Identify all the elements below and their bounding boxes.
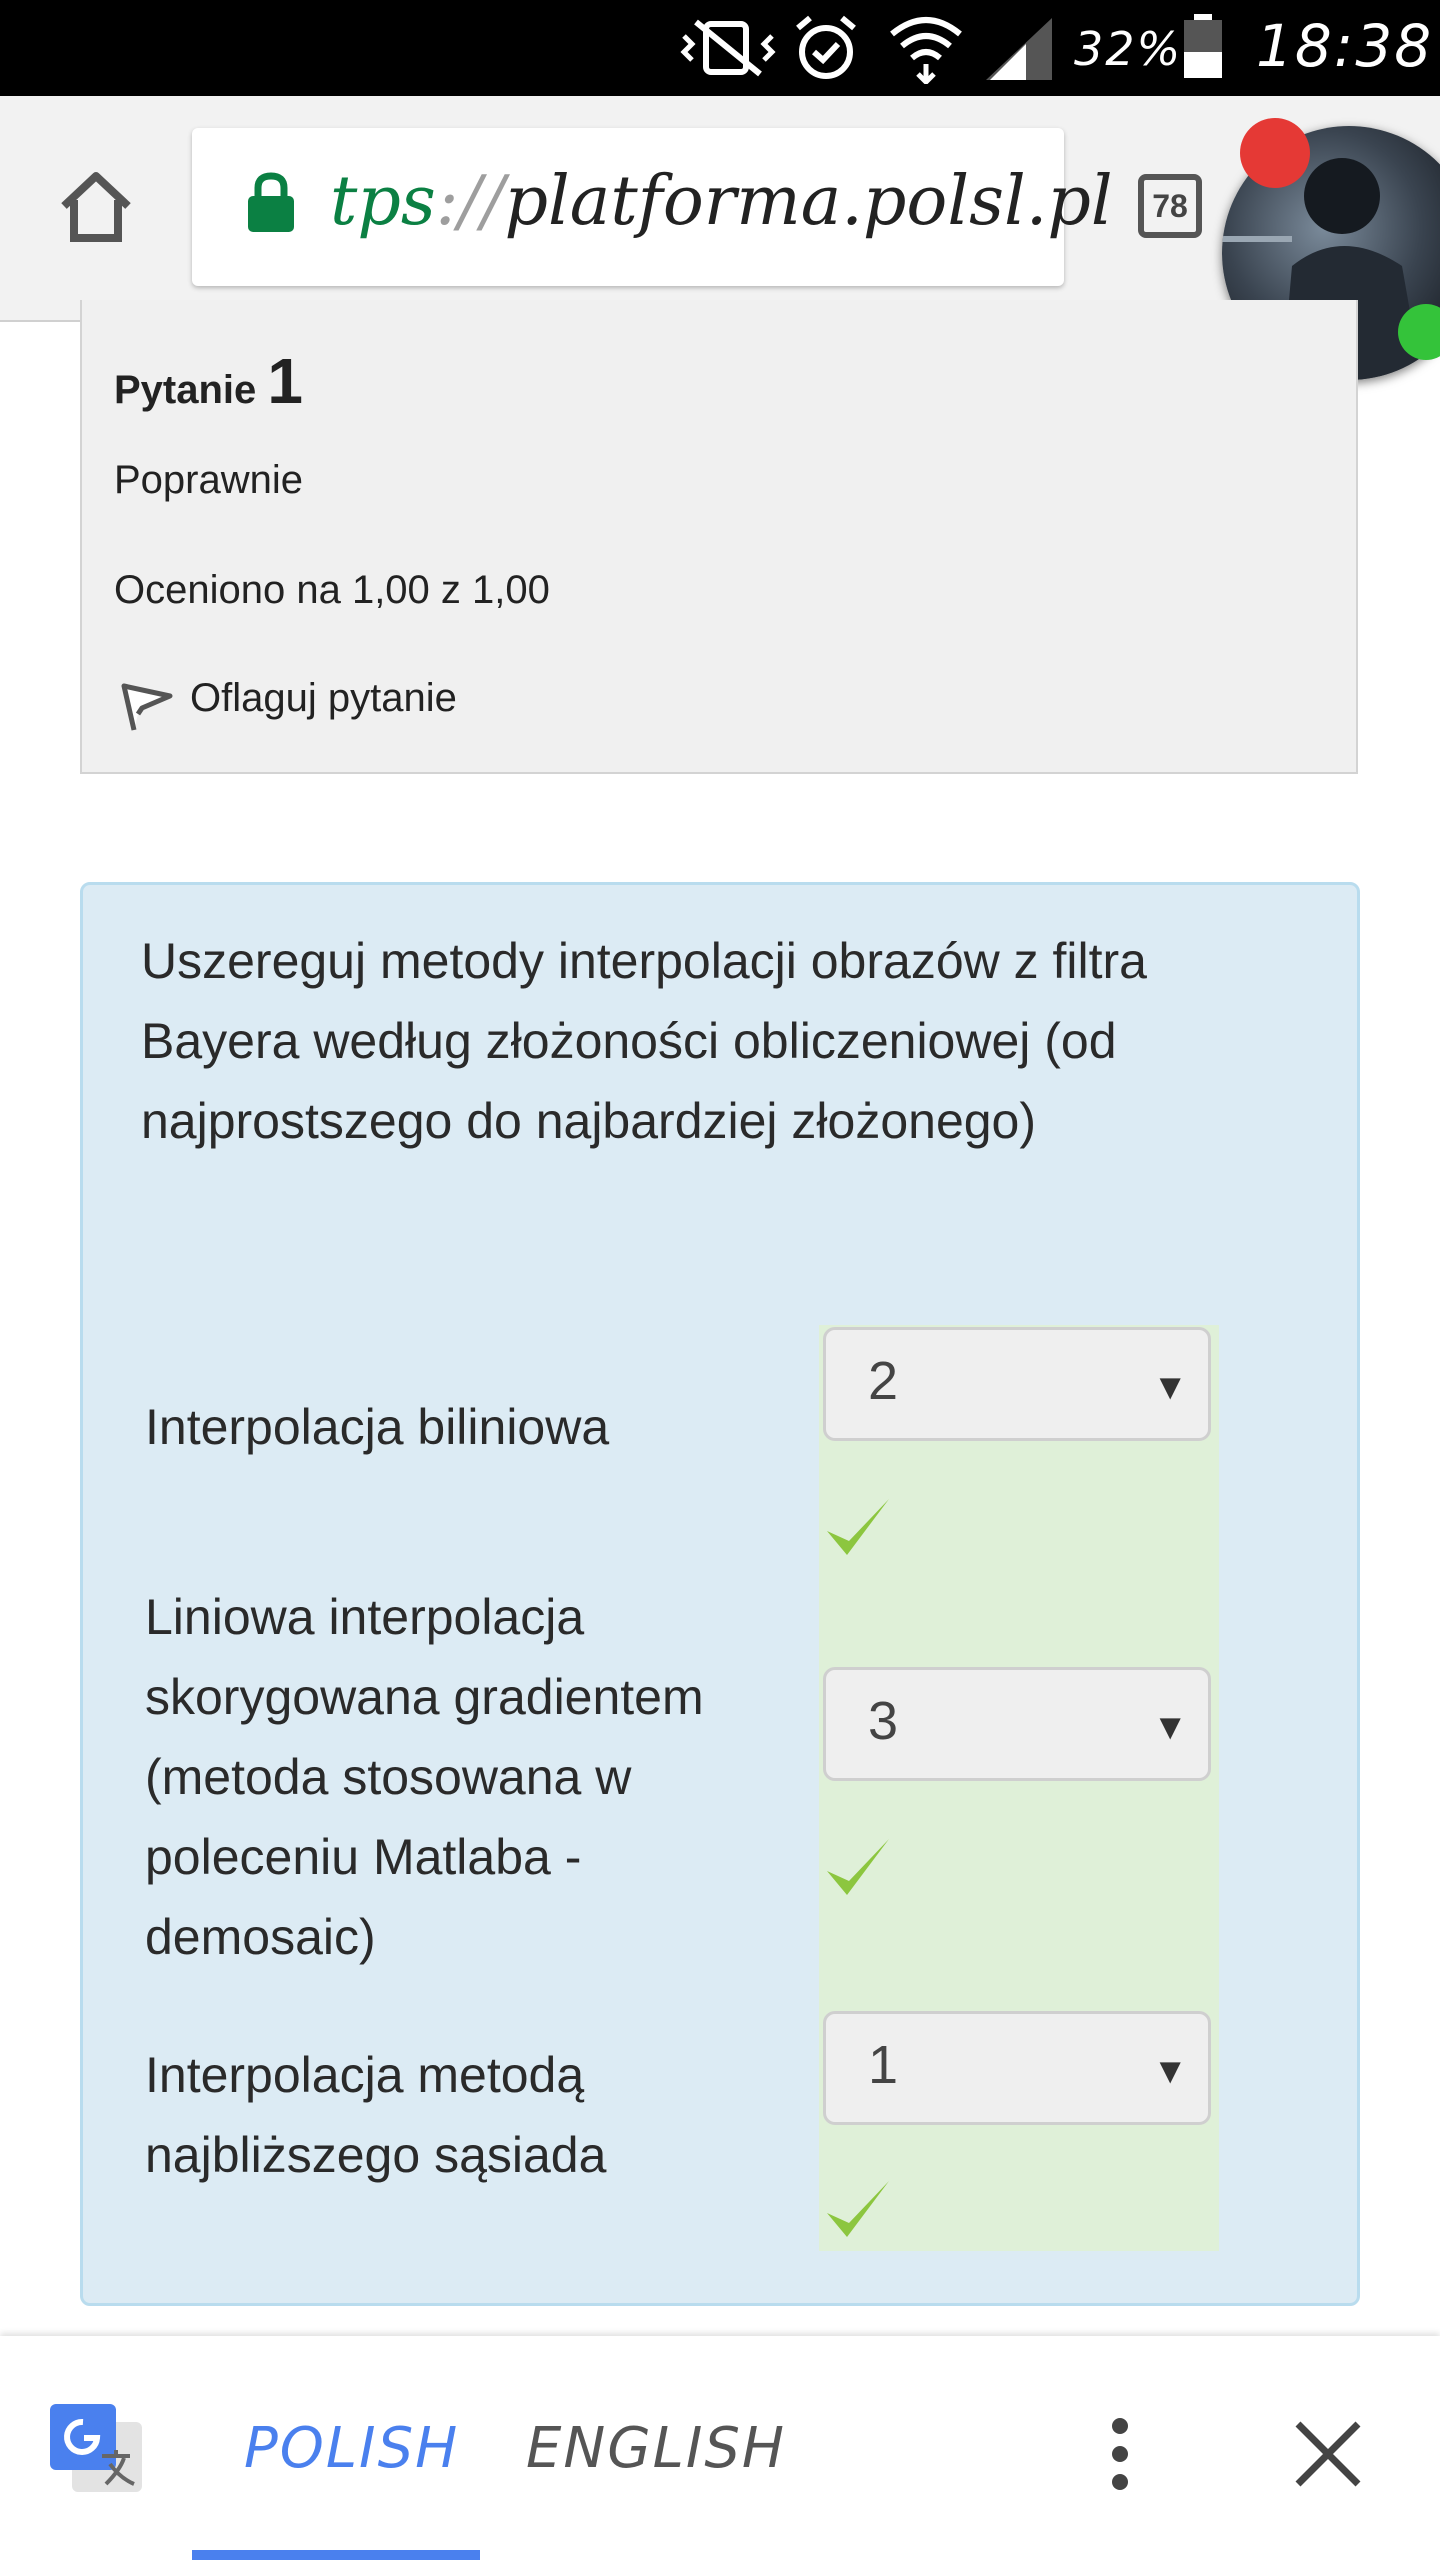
question-state: Poprawnie: [114, 458, 304, 502]
question-text: Uszereguj metody interpolacji obrazów z …: [141, 933, 1147, 1149]
status-bar: 32% 18:38: [0, 0, 1440, 96]
order-select-value: 2: [868, 1351, 899, 1411]
more-options-icon[interactable]: [1090, 2416, 1150, 2492]
ordering-item-label: Interpolacja metodą najbliższego sąsiada: [145, 2047, 607, 2183]
question-number: 1: [267, 345, 304, 417]
browser-toolbar: tps://platforma.polsl.pl 78: [0, 96, 1440, 322]
translate-bar: POLISH ENGLISH: [0, 2336, 1440, 2560]
google-translate-icon[interactable]: [50, 2404, 142, 2496]
question-title: Pytanie 1: [114, 344, 303, 418]
ordering-item-label: Liniowa interpolacja skorygowana gradien…: [145, 1589, 704, 1965]
question-info-card: Pytanie 1 Poprawnie Oceniono na 1,00 z 1…: [80, 300, 1358, 774]
order-select[interactable]: 2 ▼: [823, 1327, 1211, 1441]
battery-percent: 32%: [1074, 22, 1183, 76]
wifi-icon: [890, 17, 962, 84]
url-scheme: tps: [330, 162, 436, 241]
tab-english[interactable]: ENGLISH: [526, 2416, 786, 2481]
url-text: tps://platforma.polsl.pl: [330, 162, 1113, 241]
checkmark-icon: [827, 1499, 889, 1555]
order-select[interactable]: 1 ▼: [823, 2011, 1211, 2125]
notification-badge: [1240, 118, 1310, 188]
lock-icon: [248, 172, 294, 232]
order-select-value: 1: [868, 2035, 899, 2095]
dropdown-arrow-icon: ▼: [1152, 1366, 1188, 1407]
flag-icon[interactable]: [118, 674, 178, 734]
home-icon[interactable]: [58, 170, 134, 242]
url-host: platforma.polsl.pl: [504, 162, 1113, 241]
address-bar[interactable]: tps://platforma.polsl.pl: [192, 128, 1113, 286]
checkmark-icon: [827, 2181, 889, 2237]
ordering-item-label: Interpolacja biliniowa: [145, 1399, 610, 1455]
alarm-icon: [796, 15, 856, 79]
question-title-label: Pytanie: [114, 368, 257, 412]
battery-icon: [1184, 14, 1222, 78]
url-separator: ://: [435, 162, 505, 241]
dropdown-arrow-icon: ▼: [1152, 2050, 1188, 2091]
active-tab-indicator: [192, 2550, 480, 2560]
tab-switcher-button[interactable]: 78: [1138, 174, 1202, 238]
flag-question-link[interactable]: Oflaguj pytanie: [190, 676, 457, 721]
order-select-value: 3: [868, 1691, 899, 1751]
clock: 18:38: [1256, 12, 1434, 80]
vibrate-mute-icon: [680, 19, 776, 77]
question-content: Uszereguj metody interpolacji obrazów z …: [80, 882, 1360, 2306]
question-grade: Oceniono na 1,00 z 1,00: [114, 568, 550, 612]
close-icon[interactable]: [1290, 2416, 1366, 2492]
order-select[interactable]: 3 ▼: [823, 1667, 1211, 1781]
checkmark-icon: [827, 1839, 889, 1895]
signal-icon: [986, 18, 1052, 80]
tab-polish[interactable]: POLISH: [244, 2416, 459, 2481]
dropdown-arrow-icon: ▼: [1152, 1706, 1188, 1747]
